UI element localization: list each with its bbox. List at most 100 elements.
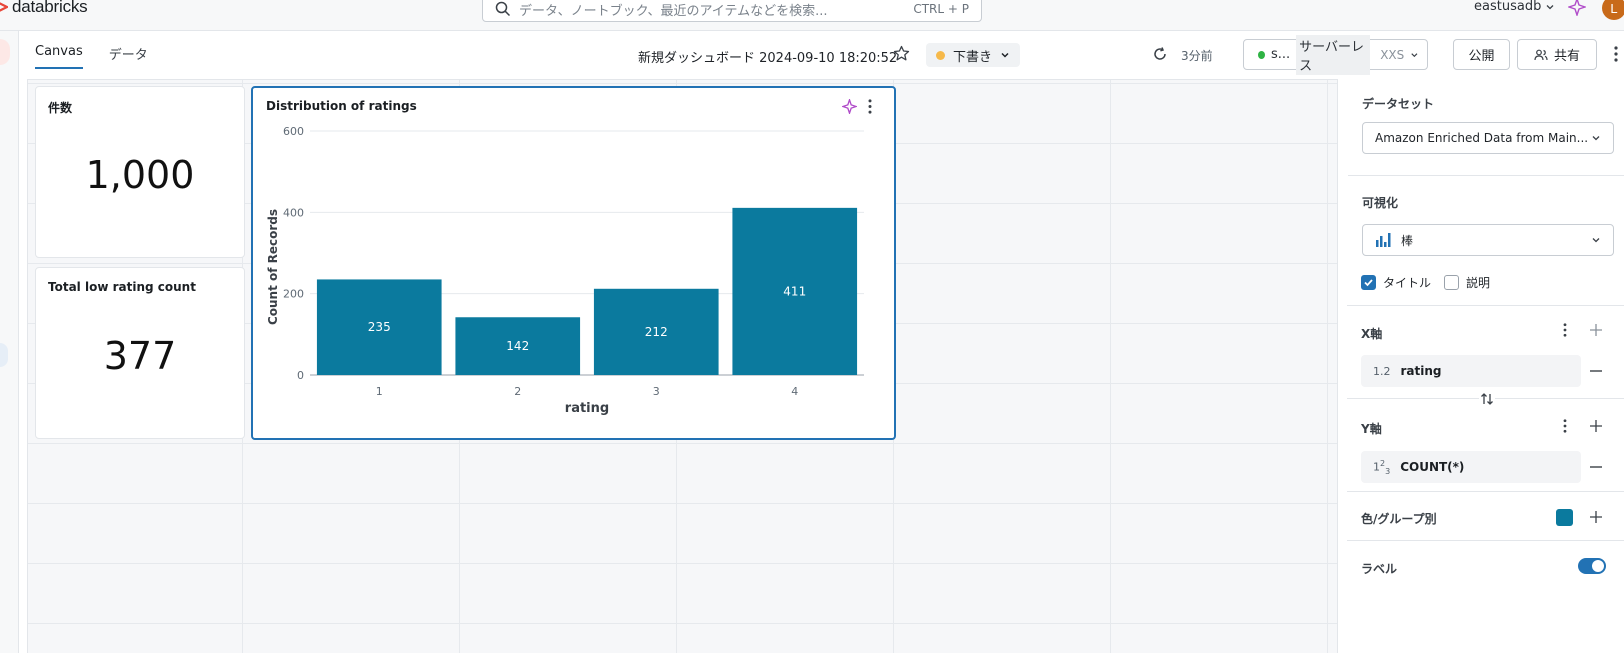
- dashboard-title[interactable]: 新規ダッシュボード 2024-09-10 18:20:52: [638, 47, 897, 66]
- warehouse-type: サーバーレス: [1296, 34, 1371, 75]
- viz-label: 可視化: [1362, 196, 1399, 210]
- tab-canvas[interactable]: Canvas: [35, 44, 83, 69]
- chevron-down-icon: [1546, 4, 1554, 9]
- title-checkbox[interactable]: タイトル: [1361, 274, 1431, 291]
- widget-title: Total low rating count: [48, 280, 196, 294]
- users-icon: [1534, 49, 1548, 60]
- x-tick-label: 1: [376, 385, 383, 398]
- publish-button[interactable]: 公開: [1453, 39, 1510, 70]
- labels-toggle[interactable]: [1578, 558, 1606, 574]
- bar-data-label: 142: [506, 339, 529, 353]
- bar-data-label: 411: [783, 284, 806, 298]
- y-tick-label: 200: [283, 288, 304, 301]
- user-avatar[interactable]: L: [1602, 0, 1624, 20]
- dataset-value: Amazon Enriched Data from Main...: [1375, 131, 1589, 145]
- chevron-down-icon: [1592, 238, 1600, 243]
- x-axis-menu-icon[interactable]: [1563, 323, 1567, 337]
- dashboard-tabs: Canvas データ: [35, 44, 148, 69]
- swap-axes-icon[interactable]: [1479, 391, 1495, 407]
- search-icon: [495, 1, 511, 17]
- warehouse-name: s...: [1270, 47, 1291, 62]
- remove-x-field-icon[interactable]: [1589, 364, 1603, 378]
- workspace-name: eastusadb: [1474, 0, 1542, 14]
- add-color-field-icon[interactable]: [1589, 510, 1603, 524]
- labels-label: ラベル: [1361, 562, 1398, 576]
- publish-label: 公開: [1468, 49, 1495, 64]
- x-tick-label: 2: [514, 385, 521, 398]
- color-swatch[interactable]: [1556, 509, 1573, 526]
- bar-chart-icon: [1376, 233, 1391, 247]
- y-axis-field[interactable]: 123 COUNT(*): [1361, 451, 1581, 483]
- warehouse-size: XXS: [1380, 47, 1405, 62]
- add-y-field-icon[interactable]: [1589, 419, 1603, 433]
- share-button[interactable]: 共有: [1517, 39, 1597, 70]
- field-type-numeric: 1.2: [1373, 364, 1391, 378]
- draft-status-dot: [936, 50, 945, 60]
- divider: [1347, 305, 1624, 306]
- workspace-switcher[interactable]: eastusadb: [1474, 0, 1555, 14]
- field-type-integer: 123: [1373, 458, 1391, 476]
- y-axis-title: Count of Records: [266, 209, 280, 325]
- y-axis-menu-icon[interactable]: [1563, 419, 1567, 433]
- x-axis-label: X軸: [1361, 327, 1383, 341]
- widget-value: 1,000: [85, 153, 195, 197]
- chart-plot: 0 200 400 600 235 1 142 2 212 3 411 4 rating Count of…: [266, 125, 864, 416]
- left-rail: [0, 31, 19, 653]
- databricks-logo[interactable]: databricks: [0, 0, 88, 17]
- counter-widget-count[interactable]: 件数 1,000: [35, 86, 245, 258]
- counter-widget-low-rating[interactable]: Total low rating count 377: [35, 267, 245, 439]
- checkbox-unchecked[interactable]: [1444, 275, 1459, 290]
- last-refresh-time: 3分前: [1181, 49, 1213, 63]
- tab-data[interactable]: データ: [109, 44, 148, 69]
- rail-item-dashboards[interactable]: [0, 343, 8, 367]
- databricks-logo-icon: [0, 2, 8, 12]
- chevron-down-icon: [1001, 52, 1009, 58]
- y-tick-label: 0: [297, 369, 304, 382]
- viz-type-select[interactable]: 棒: [1362, 224, 1614, 256]
- y-tick-label: 400: [283, 206, 304, 219]
- y-field-name: COUNT(*): [1400, 460, 1465, 474]
- x-tick-label: 3: [653, 385, 660, 398]
- check-icon: [1364, 279, 1373, 287]
- x-axis-title: rating: [565, 401, 609, 416]
- widget-title: 件数: [48, 101, 73, 115]
- more-options-icon[interactable]: [1614, 46, 1618, 62]
- app-name: databricks: [12, 0, 88, 16]
- bar-chart-widget[interactable]: Distribution of ratings 0 200 400 600 235 1 14…: [251, 86, 896, 440]
- rail-item-new[interactable]: [0, 39, 10, 65]
- warehouse-selector[interactable]: s... サーバーレス XXS: [1243, 34, 1428, 75]
- description-checkbox[interactable]: 説明: [1444, 274, 1490, 291]
- dataset-label: データセット: [1362, 97, 1435, 111]
- divider: [1348, 175, 1624, 176]
- assistant-sparkle-icon[interactable]: [1568, 0, 1586, 16]
- title-checkbox-label: タイトル: [1383, 276, 1432, 290]
- add-x-field-icon[interactable]: [1589, 323, 1603, 337]
- viz-type-value: 棒: [1401, 233, 1414, 248]
- divider: [1347, 540, 1624, 541]
- global-search[interactable]: データ、ノートブック、最近のアイテムなどを検索... CTRL + P: [482, 0, 982, 22]
- y-tick-label: 600: [283, 125, 304, 138]
- divider: [1347, 491, 1624, 492]
- bar-data-label: 212: [645, 325, 668, 339]
- draft-status-dropdown[interactable]: 下書き: [926, 43, 1021, 67]
- search-placeholder: データ、ノートブック、最近のアイテムなどを検索...: [519, 3, 828, 19]
- warehouse-status-dot: [1258, 50, 1265, 59]
- widget-value: 377: [103, 334, 177, 378]
- x-field-name: rating: [1400, 364, 1442, 378]
- draft-status-label: 下書き: [953, 49, 993, 65]
- color-group-label: 色/グループ別: [1361, 512, 1437, 526]
- refresh-icon[interactable]: [1152, 46, 1168, 62]
- star-icon[interactable]: [893, 45, 910, 62]
- remove-y-field-icon[interactable]: [1589, 460, 1603, 474]
- x-axis-field[interactable]: 1.2 rating: [1361, 355, 1581, 387]
- y-axis-label: Y軸: [1361, 422, 1382, 436]
- dataset-select[interactable]: Amazon Enriched Data from Main...: [1362, 122, 1614, 154]
- checkbox-checked[interactable]: [1361, 275, 1376, 290]
- chevron-down-icon: [1592, 136, 1600, 141]
- search-shortcut: CTRL + P: [913, 2, 969, 16]
- description-checkbox-label: 説明: [1466, 276, 1491, 290]
- share-label: 共有: [1553, 49, 1580, 64]
- x-tick-label: 4: [791, 385, 798, 398]
- top-bar: databricks データ、ノートブック、最近のアイテムなどを検索... CT…: [0, 0, 1624, 31]
- chevron-down-icon: [1411, 52, 1418, 57]
